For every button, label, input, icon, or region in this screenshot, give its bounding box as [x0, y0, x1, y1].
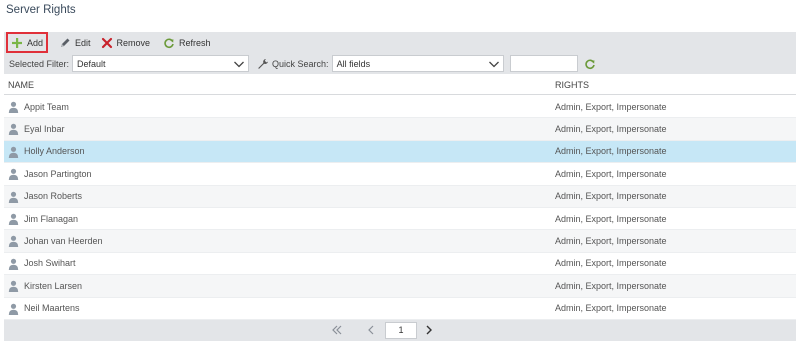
row-rights: Admin, Export, Impersonate [555, 303, 667, 314]
user-icon [8, 280, 19, 293]
row-rights: Admin, Export, Impersonate [555, 101, 667, 112]
quick-search-field-dropdown[interactable]: All fields [331, 55, 504, 72]
refresh-button[interactable]: Refresh [159, 33, 215, 52]
row-name: Josh Swihart [24, 258, 76, 269]
row-rights: Admin, Export, Impersonate [555, 124, 667, 135]
selected-filter-dropdown[interactable]: Default [72, 55, 250, 72]
pencil-icon [61, 38, 70, 47]
selected-filter-value: Default [77, 58, 106, 69]
user-icon [8, 303, 19, 315]
user-icon [8, 236, 19, 248]
row-name: Neil Maartens [24, 303, 80, 314]
table-row[interactable]: Johan van Heerden Admin, Export, Imperso… [4, 230, 796, 253]
remove-button[interactable]: Remove [97, 33, 155, 52]
pager: 1 [4, 320, 796, 341]
quick-search-field-value: All fields [336, 58, 371, 69]
table-row[interactable]: Josh Swihart Admin, Export, Impersonate [4, 253, 796, 276]
row-name: Appit Team [24, 101, 69, 112]
selected-filter-label: Selected Filter: [9, 58, 70, 69]
table-row[interactable]: Jim Flanagan Admin, Export, Impersonate [4, 208, 796, 231]
filter-bar: Selected Filter: Default Quick Search: A… [4, 53, 796, 74]
table-row[interactable]: Jason Roberts Admin, Export, Impersonate [4, 185, 796, 208]
chevron-down-icon [488, 61, 499, 68]
grid-header: NAME RIGHTS [4, 75, 796, 95]
row-name: Holly Anderson [24, 146, 85, 157]
table-row[interactable]: Appit Team Admin, Export, Impersonate [4, 96, 796, 119]
user-icon [8, 258, 19, 270]
row-rights: Admin, Export, Impersonate [555, 213, 667, 224]
table-row[interactable]: Neil Maartens Admin, Export, Impersonate [4, 298, 796, 320]
refresh-icon [164, 38, 174, 48]
user-icon [8, 213, 19, 225]
edit-button[interactable]: Edit [55, 33, 95, 52]
first-page-icon[interactable] [331, 324, 343, 336]
chevron-down-icon [234, 61, 244, 68]
quick-search-refresh-icon[interactable] [584, 58, 596, 70]
next-page-icon[interactable] [423, 324, 435, 336]
remove-button-label: Remove [116, 37, 151, 48]
row-rights: Admin, Export, Impersonate [555, 280, 667, 291]
row-name: Johan van Heerden [24, 236, 103, 247]
row-name: Jim Flanagan [24, 213, 79, 224]
quick-search-label: Quick Search: [272, 58, 329, 69]
wrench-icon [258, 58, 269, 69]
previous-page-icon[interactable] [365, 324, 377, 336]
user-icon [8, 191, 19, 203]
page-number-input[interactable]: 1 [385, 322, 417, 339]
quick-search-input[interactable] [509, 55, 578, 72]
table-row[interactable]: Kirsten Larsen Admin, Export, Impersonat… [4, 275, 796, 298]
row-rights: Admin, Export, Impersonate [555, 191, 667, 202]
grid-rows: Appit Team Admin, Export, Impersonate Ey… [4, 96, 796, 320]
table-row[interactable]: Jason Partington Admin, Export, Imperson… [4, 163, 796, 186]
row-name: Jason Roberts [24, 191, 83, 202]
user-icon [8, 168, 19, 181]
row-rights: Admin, Export, Impersonate [555, 258, 667, 269]
row-rights: Admin, Export, Impersonate [555, 168, 667, 179]
plus-icon [12, 37, 22, 48]
refresh-button-label: Refresh [179, 37, 211, 48]
row-rights: Admin, Export, Impersonate [555, 236, 667, 247]
user-icon [8, 146, 19, 158]
table-row-selected[interactable]: Holly Anderson Admin, Export, Impersonat… [4, 140, 796, 164]
row-rights: Admin, Export, Impersonate [555, 146, 667, 157]
row-name: Kirsten Larsen [24, 280, 83, 291]
add-button[interactable]: Add [6, 32, 49, 53]
edit-button-label: Edit [75, 37, 91, 48]
page-title: Server Rights [6, 4, 76, 16]
row-name: Jason Partington [24, 168, 92, 179]
column-header-name[interactable]: NAME [8, 80, 34, 90]
row-name: Eyal Inbar [24, 124, 65, 135]
table-row[interactable]: Eyal Inbar Admin, Export, Impersonate [4, 118, 796, 141]
x-icon [101, 37, 112, 48]
user-icon [8, 124, 19, 136]
user-icon [8, 101, 19, 113]
toolbar: Add Edit Remove Refresh [4, 32, 796, 53]
column-header-rights[interactable]: RIGHTS [555, 80, 589, 90]
add-button-label: Add [27, 37, 44, 48]
